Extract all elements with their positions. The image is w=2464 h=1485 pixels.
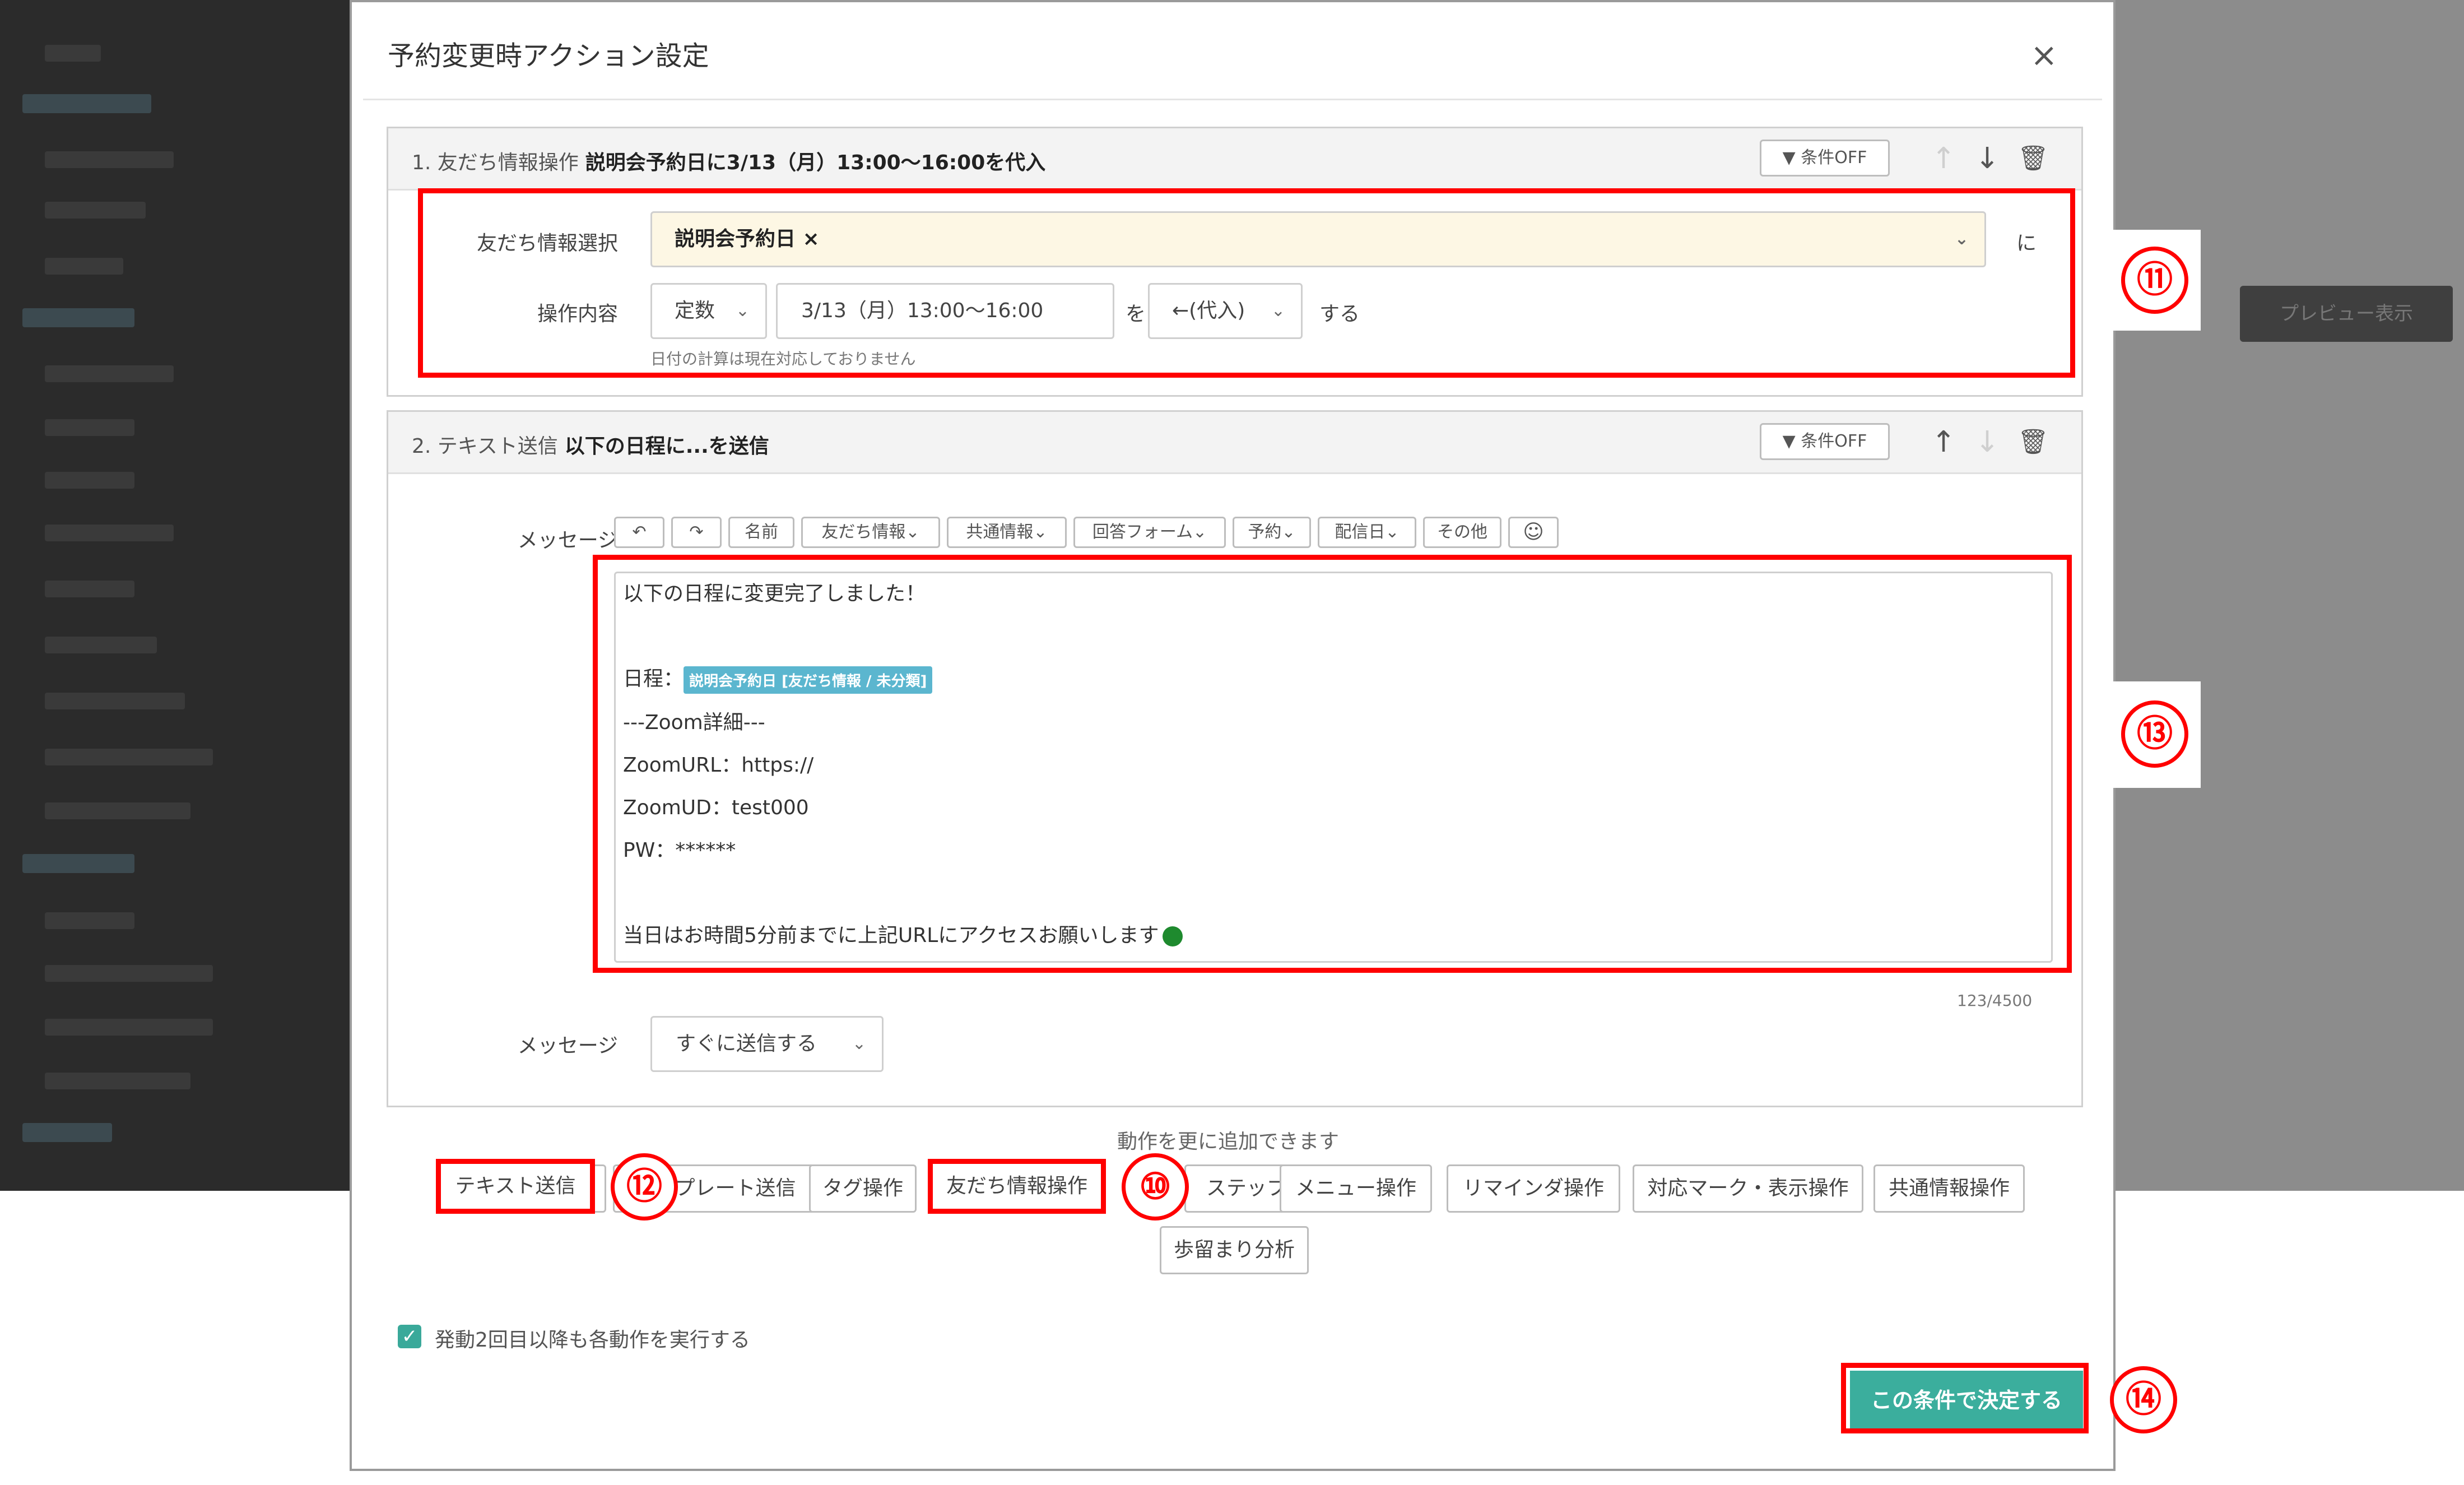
nav-item	[45, 1073, 190, 1089]
title-divider	[363, 99, 2102, 100]
send-timing-value: すぐに送信する	[676, 1032, 817, 1055]
nav-section	[22, 1123, 112, 1142]
add-common-info-operation-button[interactable]: 共通情報操作	[1873, 1164, 2025, 1213]
repeat-checkbox-label: 発動2回目以降も各動作を実行する	[435, 1329, 750, 1352]
nav-item	[45, 472, 134, 489]
undo-button[interactable]: ↶	[614, 517, 664, 548]
add-actions-hint: 動作を更に追加できます	[1117, 1130, 1340, 1153]
move-up-icon[interactable]: ↑	[1927, 425, 1960, 459]
card-title: 1. 友だち情報操作 説明会予約日に3/13（月）13:00〜16:00を代入	[412, 146, 1045, 175]
nav-item	[45, 1019, 213, 1036]
nav-section	[22, 308, 134, 327]
card-index: 1. 友だち情報操作	[412, 151, 579, 174]
nav-item	[45, 151, 174, 168]
condition-toggle-button[interactable]: ▼ 条件OFF	[1760, 423, 1890, 460]
move-down-icon[interactable]: ↓	[1970, 142, 2004, 175]
background-content: プレビュー表示	[2116, 0, 2464, 1191]
annotation-box-13	[593, 555, 2072, 973]
insert-name-button[interactable]: 名前	[728, 517, 794, 548]
preview-button: プレビュー表示	[2240, 286, 2453, 342]
nav-item	[45, 749, 213, 765]
add-tag-operation-button[interactable]: タグ操作	[809, 1164, 917, 1213]
condition-label: 条件OFF	[1801, 431, 1867, 451]
annotation-box-10: 友だち情報操作	[928, 1159, 1106, 1214]
callout-14: ⑭	[2110, 1366, 2177, 1433]
nav-item	[45, 202, 146, 219]
callout-13: ⑬	[2121, 700, 2188, 768]
delivery-date-menu-button[interactable]: 配信日⌄	[1318, 517, 1416, 548]
friend-info-button-highlight[interactable]: 友だち情報操作	[946, 1175, 1087, 1198]
other-menu-button[interactable]: その他	[1423, 517, 1501, 548]
annotation-box-11	[418, 188, 2075, 378]
message-label: メッセージ	[517, 529, 618, 552]
nav-item	[45, 365, 174, 382]
text-send-button-highlight[interactable]: テキスト送信	[455, 1175, 576, 1198]
card-header: 1. 友だち情報操作 説明会予約日に3/13（月）13:00〜16:00を代入 ▼…	[388, 128, 2081, 191]
friend-info-menu-button[interactable]: 友だち情報⌄	[801, 517, 940, 548]
nav-item	[45, 637, 157, 653]
card-summary: 以下の日程に...を送信	[564, 435, 769, 458]
repeat-checkbox[interactable]: ✓	[398, 1325, 421, 1348]
dialog-title: 予約変更時アクション設定	[388, 40, 709, 72]
common-info-menu-button[interactable]: 共通情報⌄	[947, 517, 1067, 548]
callout-11: ⑪	[2121, 247, 2188, 314]
add-mark-display-operation-button[interactable]: 対応マーク・表示操作	[1633, 1164, 1863, 1213]
card-index: 2. テキスト送信	[412, 435, 558, 458]
nav-item	[45, 258, 123, 275]
redo-button[interactable]: ↷	[671, 517, 722, 548]
callout-10: ⑩	[1122, 1153, 1189, 1221]
send-timing-select[interactable]: すぐに送信する ⌄	[650, 1016, 884, 1072]
nav-item	[45, 525, 174, 541]
condition-toggle-button[interactable]: ▼ 条件OFF	[1760, 140, 1890, 177]
move-up-icon[interactable]: ↑	[1927, 142, 1960, 175]
annotation-box-14	[1841, 1363, 2089, 1433]
emoji-icon[interactable]: ☺	[1508, 517, 1559, 548]
filter-icon: ▼	[1782, 431, 1796, 451]
move-down-icon[interactable]: ↓	[1970, 425, 2004, 459]
condition-label: 条件OFF	[1801, 148, 1867, 168]
callout-12: ⑫	[611, 1153, 678, 1221]
char-counter: 123/4500	[1957, 991, 2033, 1010]
add-reminder-operation-button[interactable]: リマインダ操作	[1447, 1164, 1620, 1213]
answer-form-menu-button[interactable]: 回答フォーム⌄	[1073, 517, 1226, 548]
nav-item	[45, 581, 134, 597]
trash-icon[interactable]: 🗑	[2016, 425, 2050, 459]
add-yield-analysis-button[interactable]: 歩留まり分析	[1160, 1226, 1309, 1274]
nav-item	[45, 802, 190, 819]
nav-item	[45, 912, 134, 929]
card-summary: 説明会予約日に3/13（月）13:00〜16:00を代入	[585, 151, 1046, 174]
reservation-menu-button[interactable]: 予約⌄	[1233, 517, 1311, 548]
timing-label: メッセージ	[517, 1034, 618, 1057]
chevron-down-icon: ⌄	[852, 1034, 866, 1054]
nav-item	[45, 45, 101, 62]
filter-icon: ▼	[1782, 148, 1796, 168]
close-icon[interactable]: ×	[2030, 38, 2058, 72]
add-menu-operation-button[interactable]: メニュー操作	[1280, 1164, 1432, 1213]
card-header: 2. テキスト送信 以下の日程に...を送信 ▼ 条件OFF ↑ ↓ 🗑	[388, 412, 2081, 474]
card-title: 2. テキスト送信 以下の日程に...を送信	[412, 430, 769, 459]
annotation-box-12: テキスト送信	[436, 1159, 595, 1214]
trash-icon[interactable]: 🗑	[2016, 142, 2050, 175]
nav-item	[45, 965, 213, 982]
nav-section	[22, 854, 134, 873]
background-sidebar	[0, 0, 350, 1191]
nav-item	[45, 693, 185, 709]
nav-item	[45, 419, 134, 436]
nav-section	[22, 94, 151, 113]
